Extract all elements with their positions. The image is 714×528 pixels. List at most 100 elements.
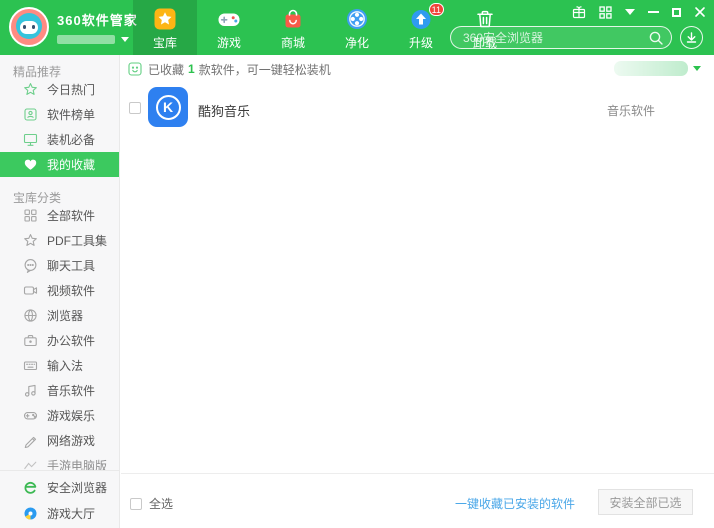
tab-treasury[interactable]: 宝库 <box>133 0 197 55</box>
sidebar-item-my-favorites[interactable]: 我的收藏 <box>0 152 119 177</box>
globe-icon <box>23 308 38 323</box>
window-controls <box>572 5 706 19</box>
sidebar-item-chat-tools[interactable]: 聊天工具 <box>0 253 119 278</box>
sidebar-item-label: 浏览器 <box>47 307 83 324</box>
search-box <box>450 26 672 49</box>
sidebar-item-essential-installs[interactable]: 装机必备 <box>0 127 119 152</box>
download-manager-button[interactable] <box>680 26 703 49</box>
sidebar-item-today-hot[interactable]: 今日热门 <box>0 77 119 102</box>
main-content: 已收藏 1 款软件，可一键轻松装机 K 酷狗音乐 音乐软件 全选 一键收藏已安装… <box>121 55 714 528</box>
summary-prefix: 已收藏 <box>148 61 184 78</box>
upgrade-arrow-icon: 11 <box>410 7 432 31</box>
sidebar-item-label: 全部软件 <box>47 207 95 224</box>
sort-dropdown[interactable] <box>614 61 701 76</box>
minimize-button[interactable] <box>648 11 659 13</box>
sidebar-item-input-methods[interactable]: 输入法 <box>0 353 119 378</box>
sidebar-item-pdf-tools[interactable]: PDF工具集 <box>0 228 119 253</box>
keyboard-icon <box>23 358 38 373</box>
music-note-icon <box>23 383 38 398</box>
rocket-icon <box>23 433 38 448</box>
sidebar-item-label: 音乐软件 <box>47 382 95 399</box>
sidebar-item-online-games[interactable]: 网络游戏 <box>0 428 119 453</box>
sidebar-item-label: 游戏娱乐 <box>47 407 95 424</box>
tab-label: 净化 <box>345 34 369 51</box>
tab-label: 商城 <box>281 34 305 51</box>
username-redacted <box>57 35 115 44</box>
sidebar-item-mobile-games-pc[interactable]: 手游电脑版 <box>0 453 119 470</box>
favorites-summary: 已收藏 1 款软件，可一键轻松装机 <box>128 55 331 83</box>
favorites-count: 1 <box>188 62 195 76</box>
sidebar-item-safe-browser[interactable]: 安全浏览器 <box>0 474 119 500</box>
game-hall-icon <box>23 506 38 521</box>
ranking-icon <box>23 107 38 122</box>
search-input[interactable] <box>463 28 643 47</box>
sidebar: 精品推荐 今日热门 软件榜单 装机必备 我的收藏 宝库分类 全部软件 <box>0 55 120 528</box>
kugou-letter: K <box>156 95 181 120</box>
content-footer: 全选 一键收藏已安装的软件 安装全部已选 <box>121 473 714 528</box>
tab-games[interactable]: 游戏 <box>197 0 261 55</box>
sidebar-item-video-software[interactable]: 视频软件 <box>0 278 119 303</box>
apps-grid-icon[interactable] <box>599 6 612 19</box>
sidebar-item-game-entertainment[interactable]: 游戏娱乐 <box>0 403 119 428</box>
smiley-box-icon <box>128 62 142 76</box>
sidebar-item-label: 手游电脑版 <box>47 457 107 470</box>
user-account-dropdown[interactable] <box>57 35 138 44</box>
software-row-kugou: K 酷狗音乐 音乐软件 <box>121 85 714 131</box>
sidebar-item-all-software[interactable]: 全部软件 <box>0 203 119 228</box>
sidebar-item-browsers[interactable]: 浏览器 <box>0 303 119 328</box>
tab-label: 宝库 <box>153 34 177 51</box>
search-icon[interactable] <box>648 30 664 46</box>
gamepad-icon <box>217 7 241 31</box>
sidebar-item-office-software[interactable]: 办公软件 <box>0 328 119 353</box>
tab-clean[interactable]: 净化 <box>325 0 389 55</box>
row-checkbox[interactable] <box>129 102 141 114</box>
tab-mall[interactable]: 商城 <box>261 0 325 55</box>
sidebar-item-label: 办公软件 <box>47 332 95 349</box>
chat-bubble-icon <box>23 258 38 273</box>
sidebar-item-label: 视频软件 <box>47 282 95 299</box>
treasury-star-icon <box>154 7 176 31</box>
sidebar-item-label: 游戏大厅 <box>47 505 95 522</box>
sidebar-item-label: PDF工具集 <box>47 232 107 249</box>
grid-icon <box>23 208 38 223</box>
video-camera-icon <box>23 283 38 298</box>
tab-upgrade[interactable]: 11 升级 <box>389 0 453 55</box>
chevron-down-icon <box>121 37 129 42</box>
sidebar-item-music-software[interactable]: 音乐软件 <box>0 378 119 403</box>
safe-browser-icon <box>23 480 38 495</box>
header-bar: 360软件管家 宝库 游戏 <box>0 0 714 55</box>
summary-suffix: 款软件，可一键轻松装机 <box>199 61 331 78</box>
collect-installed-link[interactable]: 一键收藏已安装的软件 <box>455 495 575 512</box>
sidebar-item-software-ranking[interactable]: 软件榜单 <box>0 102 119 127</box>
star-icon <box>23 82 38 97</box>
sidebar-footer: 安全浏览器 游戏大厅 <box>0 470 119 528</box>
app-title: 360软件管家 <box>57 10 138 29</box>
gift-box-icon[interactable] <box>572 5 586 19</box>
tab-label: 升级 <box>409 34 433 51</box>
shopping-bag-icon <box>282 7 304 31</box>
sidebar-item-label: 我的收藏 <box>47 156 95 173</box>
sidebar-item-label: 装机必备 <box>47 131 95 148</box>
briefcase-icon <box>23 333 38 348</box>
sidebar-scroll-area: 精品推荐 今日热门 软件榜单 装机必备 我的收藏 宝库分类 全部软件 <box>0 55 119 470</box>
maximize-button[interactable] <box>672 8 681 17</box>
sidebar-item-label: 输入法 <box>47 357 83 374</box>
sidebar-item-game-hall[interactable]: 游戏大厅 <box>0 500 119 526</box>
fan-icon <box>346 7 368 31</box>
select-all-checkbox[interactable] <box>130 498 142 510</box>
skin-menu-icon[interactable] <box>625 9 635 15</box>
mountain-icon <box>23 458 38 470</box>
star-outline-icon <box>23 233 38 248</box>
tab-label: 游戏 <box>217 34 241 51</box>
install-selected-button[interactable]: 安装全部已选 <box>598 489 693 515</box>
software-name: 酷狗音乐 <box>198 101 250 120</box>
software-category: 音乐软件 <box>607 102 655 119</box>
close-button[interactable] <box>694 6 706 18</box>
app-window: 360软件管家 宝库 游戏 <box>0 0 714 528</box>
sidebar-section-title: 精品推荐 <box>0 55 119 77</box>
sidebar-item-label: 今日热门 <box>47 81 95 98</box>
sidebar-item-label: 软件榜单 <box>47 106 95 123</box>
select-all-label: 全选 <box>149 495 173 512</box>
upgrade-count-badge: 11 <box>429 3 444 16</box>
select-all-control[interactable]: 全选 <box>130 495 173 512</box>
